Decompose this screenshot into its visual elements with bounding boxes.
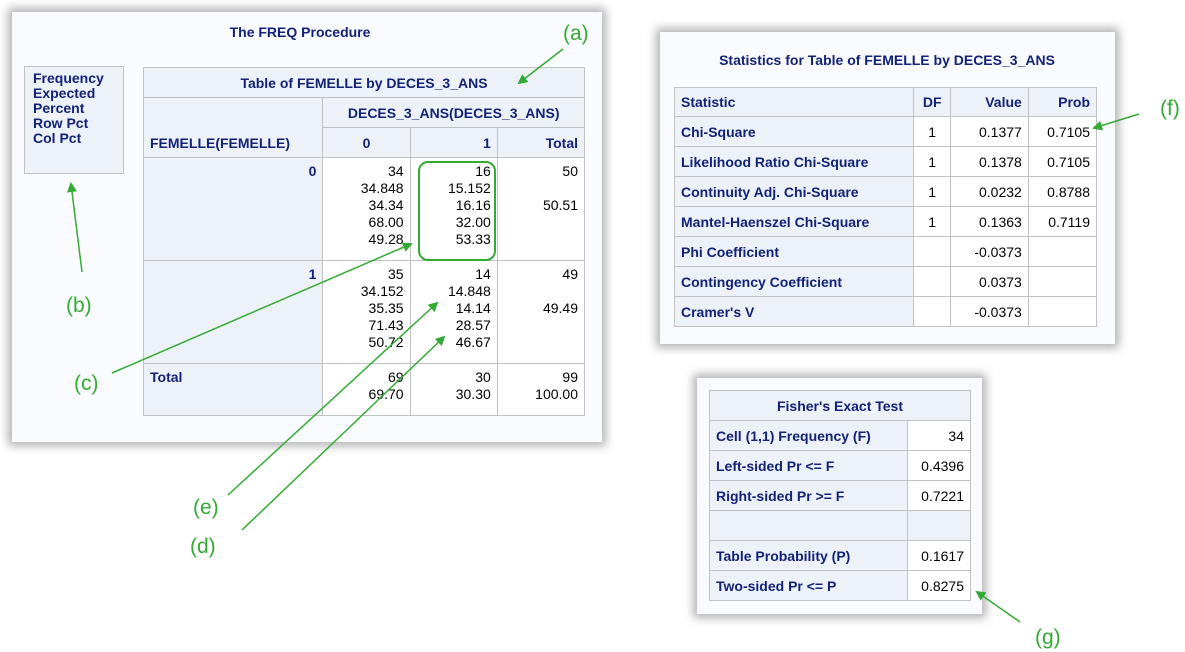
freq-procedure-title: The FREQ Procedure	[229, 24, 371, 40]
stats-row-label: Phi Coefficient	[673, 236, 915, 267]
stats-row-label: Cramer's V	[673, 296, 915, 327]
legend-frequency: Frequency	[33, 70, 104, 86]
cell-total-1: 30 30.30	[409, 363, 498, 416]
annotation-f: (f)	[1160, 97, 1180, 120]
fisher-row-empty	[709, 510, 971, 541]
fisher-row-value	[907, 510, 971, 541]
fisher-row-label: Left-sided Pr <= F	[709, 450, 908, 481]
fisher-row-label: Right-sided Pr >= F	[709, 480, 908, 511]
row-label-total: Total	[142, 363, 324, 416]
crosstab-table: Table of FEMELLE by DECES_3_ANS FEMELLE(…	[142, 67, 586, 416]
stats-row: Likelihood Ratio Chi-Square 1 0.1378 0.7…	[673, 146, 1098, 177]
statistics-table: Statistic DF Value Prob Chi-Square 1 0.1…	[673, 87, 1098, 327]
cell-1-total: 49 49.49	[496, 260, 586, 364]
stats-row-prob	[1027, 236, 1098, 267]
annotation-c: (c)	[74, 372, 99, 395]
stats-row: Contingency Coefficient 0.0373	[673, 266, 1098, 297]
stats-row-value: -0.0373	[950, 236, 1029, 267]
annotation-g: (g)	[1035, 626, 1061, 649]
stats-row-value: 0.0232	[950, 176, 1029, 207]
fisher-row-value: 34	[907, 420, 971, 451]
fisher-row-label: Table Probability (P)	[709, 540, 908, 571]
stats-row: Phi Coefficient -0.0373	[673, 236, 1098, 267]
stats-header-df: DF	[913, 87, 952, 117]
fisher-row: Right-sided Pr >= F 0.7221	[709, 480, 971, 511]
fisher-row-value: 0.8275	[907, 570, 971, 601]
stats-row-df	[913, 236, 952, 267]
row-label-1: 1	[142, 260, 324, 364]
annotation-e: (e)	[193, 496, 219, 519]
stats-row-label: Likelihood Ratio Chi-Square	[673, 146, 915, 177]
stats-row-df	[913, 266, 952, 297]
cell-0-0: 34 34.848 34.34 68.00 49.28	[322, 157, 411, 261]
arrow-g	[975, 590, 1021, 623]
legend-col-pct: Col Pct	[33, 130, 82, 146]
stats-row-df: 1	[913, 116, 952, 147]
stats-row-prob: 0.8788	[1027, 176, 1098, 207]
legend-percent: Percent	[33, 100, 85, 116]
stats-header-prob: Prob	[1027, 87, 1098, 117]
fisher-row-label: Two-sided Pr <= P	[709, 570, 908, 601]
cell-0-1: 16 15.152 16.16 32.00 53.33	[409, 157, 498, 261]
stats-row: Mantel-Haenszel Chi-Square 1 0.1363 0.71…	[673, 206, 1098, 237]
stats-row-label: Mantel-Haenszel Chi-Square	[673, 206, 915, 237]
stats-row-value: 0.1363	[950, 206, 1029, 237]
fisher-title: Fisher's Exact Test	[709, 390, 971, 421]
stats-row: Cramer's V -0.0373	[673, 296, 1098, 327]
stats-row-df: 1	[913, 176, 952, 207]
annotation-d: (d)	[190, 535, 216, 558]
cell-0-total: 50 50.51	[496, 157, 586, 261]
stats-row-prob: 0.7119	[1027, 206, 1098, 237]
column-variable-label: DECES_3_ANS(DECES_3_ANS)	[322, 97, 585, 128]
row-variable-label: FEMELLE(FEMELLE)	[142, 97, 324, 158]
col-header-1: 1	[409, 127, 498, 158]
cell-total-0: 69 69.70	[322, 363, 411, 416]
stats-row-label: Contingency Coefficient	[673, 266, 915, 297]
cell-total-total: 99 100.00	[496, 363, 586, 416]
fisher-row-value: 0.4396	[907, 450, 971, 481]
stats-row-prob	[1027, 296, 1098, 327]
stats-row-df	[913, 296, 952, 327]
cell-contents-legend: Frequency Expected Percent Row Pct Col P…	[24, 66, 124, 174]
stats-row-value: 0.1378	[950, 146, 1029, 177]
fisher-table: Fisher's Exact Test Cell (1,1) Frequency…	[709, 390, 971, 601]
stats-row-df: 1	[913, 206, 952, 237]
stats-header-value: Value	[950, 87, 1029, 117]
crosstab-title: Table of FEMELLE by DECES_3_ANS	[143, 67, 585, 98]
fisher-row-label	[709, 510, 908, 541]
fisher-row: Cell (1,1) Frequency (F) 34	[709, 420, 971, 451]
fisher-row-label: Cell (1,1) Frequency (F)	[709, 420, 908, 451]
fisher-row: Left-sided Pr <= F 0.4396	[709, 450, 971, 481]
stats-row-df: 1	[913, 146, 952, 177]
fisher-row: Two-sided Pr <= P 0.8275	[709, 570, 971, 601]
stats-row-value: -0.0373	[950, 296, 1029, 327]
legend-row-pct: Row Pct	[33, 115, 89, 131]
stats-row-value: 0.1377	[950, 116, 1029, 147]
cell-1-0: 35 34.152 35.35 71.43 50.72	[322, 260, 411, 364]
statistics-title: Statistics for Table of FEMELLE by DECES…	[719, 52, 1055, 68]
fisher-row-value: 0.7221	[907, 480, 971, 511]
stats-row-prob	[1027, 266, 1098, 297]
col-header-total: Total	[496, 127, 586, 158]
stats-row: Chi-Square 1 0.1377 0.7105	[673, 116, 1098, 147]
row-label-0: 0	[142, 157, 324, 261]
stats-row-value: 0.0373	[950, 266, 1029, 297]
cell-1-1: 14 14.848 14.14 28.57 46.67	[409, 260, 498, 364]
stats-row-prob: 0.7105	[1027, 146, 1098, 177]
legend-expected: Expected	[33, 85, 96, 101]
fisher-row-value: 0.1617	[907, 540, 971, 571]
stats-row-label: Continuity Adj. Chi-Square	[673, 176, 915, 207]
fisher-row: Table Probability (P) 0.1617	[709, 540, 971, 571]
annotation-a: (a)	[563, 22, 589, 45]
stats-row-label: Chi-Square	[673, 116, 915, 147]
stats-row: Continuity Adj. Chi-Square 1 0.0232 0.87…	[673, 176, 1098, 207]
stats-row-prob: 0.7105	[1027, 116, 1098, 147]
stats-header-statistic: Statistic	[673, 87, 915, 117]
col-header-0: 0	[322, 127, 411, 158]
annotation-b: (b)	[66, 294, 92, 317]
